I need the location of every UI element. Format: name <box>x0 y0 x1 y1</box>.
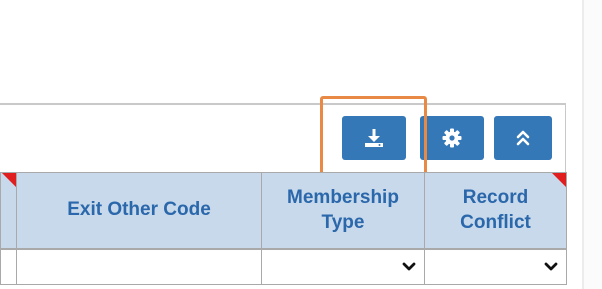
chevron-down-icon <box>544 262 558 271</box>
exit-other-code-filter[interactable] <box>16 247 262 285</box>
column-header-membership-type[interactable]: Membership Type <box>261 172 425 249</box>
chevron-down-icon <box>402 262 416 271</box>
download-icon <box>365 129 383 147</box>
sort-marker <box>552 173 566 187</box>
column-header-record-conflict[interactable]: Record Conflict <box>424 172 567 249</box>
right-panel-strip <box>584 0 602 289</box>
page: Exit Other Code Membership Type Record C… <box>0 0 602 289</box>
record-conflict-filter[interactable] <box>424 247 567 285</box>
filter-cell-previous <box>0 247 17 285</box>
download-button[interactable] <box>342 116 406 160</box>
settings-button[interactable] <box>420 116 484 160</box>
header-row: Exit Other Code Membership Type Record C… <box>0 172 567 249</box>
column-label-line2: Type <box>321 212 365 234</box>
gear-icon <box>442 128 462 148</box>
filter-row <box>0 247 567 285</box>
column-header-previous[interactable] <box>0 172 17 249</box>
column-label-line1: Membership <box>287 186 399 208</box>
membership-type-filter[interactable] <box>261 247 425 285</box>
collapse-button[interactable] <box>494 116 552 160</box>
column-label: Exit Other Code <box>67 199 211 221</box>
column-label-line1: Record <box>462 186 529 208</box>
data-grid: Exit Other Code Membership Type Record C… <box>0 172 567 285</box>
sort-marker <box>2 173 16 187</box>
column-label-line2: Conflict <box>460 212 531 234</box>
double-chevron-up-icon <box>516 130 530 146</box>
column-header-exit-other-code[interactable]: Exit Other Code <box>16 172 262 249</box>
